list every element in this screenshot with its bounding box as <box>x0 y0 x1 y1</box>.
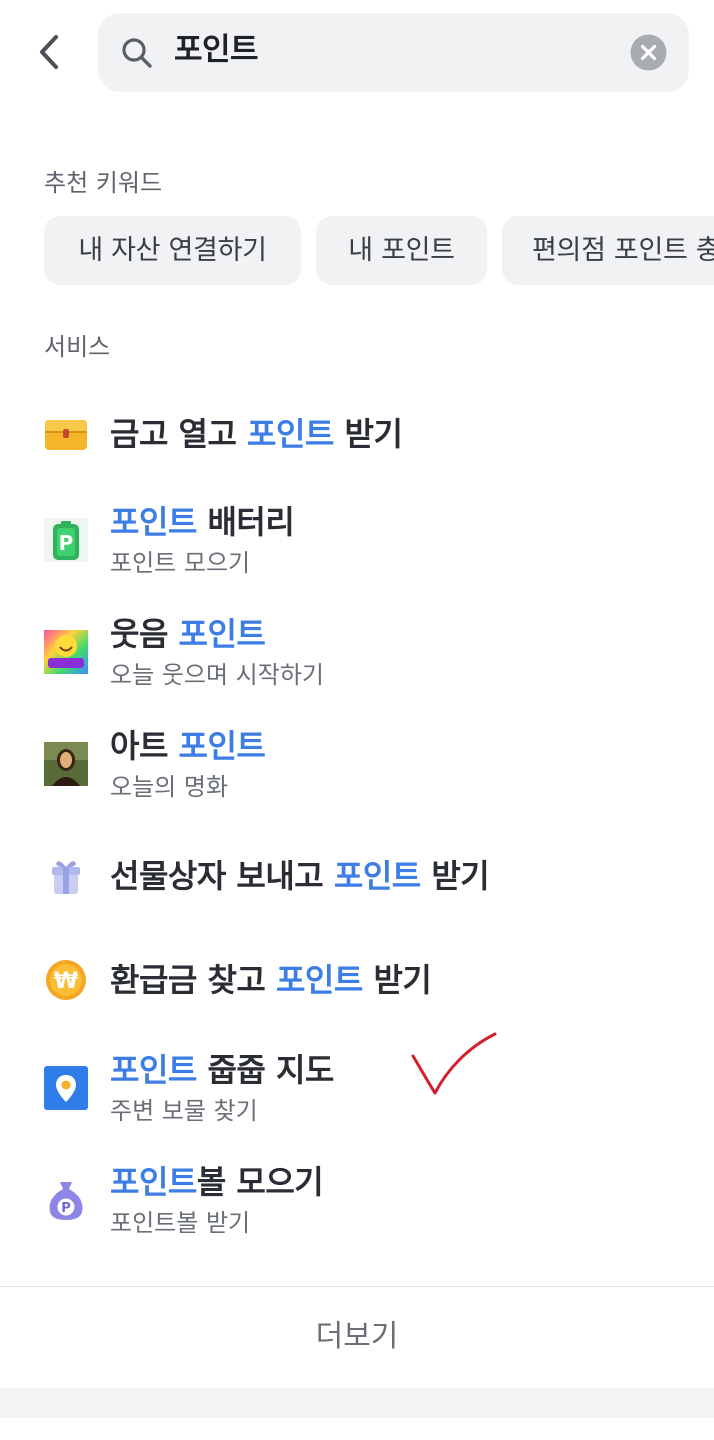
keyword-chip[interactable]: 내 포인트 <box>316 216 487 285</box>
back-button[interactable] <box>30 28 70 76</box>
chevron-left-icon <box>40 35 58 69</box>
service-subtitle: 주변 보물 찾기 <box>110 1097 258 1125</box>
service-title: 금고 열고 포인트 받기 <box>110 415 403 453</box>
recommended-keywords-label: 추천 키워드 <box>44 169 163 197</box>
service-title: 포인트 배터리 <box>110 503 295 541</box>
search-bar[interactable]: 포인트 <box>98 13 689 92</box>
service-item[interactable]: 포인트 줍줍 지도 주변 보물 찾기 <box>0 1044 714 1134</box>
service-item[interactable]: P 포인트 배터리 포인트 모으기 <box>0 496 714 586</box>
service-title: 포인트볼 모으기 <box>110 1163 324 1201</box>
service-item[interactable]: 선물상자 보내고 포인트 받기 <box>0 840 714 912</box>
art-painting-icon <box>44 742 88 786</box>
service-item[interactable]: 웃음 포인트 오늘 웃으며 시작하기 <box>0 608 714 698</box>
won-coin-icon: ₩ <box>46 960 86 1000</box>
more-button[interactable]: 더보기 <box>0 1288 714 1386</box>
services-label: 서비스 <box>44 333 111 361</box>
service-subtitle: 포인트 모으기 <box>110 549 251 577</box>
service-item[interactable]: 금고 열고 포인트 받기 <box>0 398 714 470</box>
search-icon <box>122 38 152 68</box>
svg-text:₩: ₩ <box>54 969 78 994</box>
divider <box>0 1286 714 1287</box>
clear-search-button[interactable] <box>630 34 667 71</box>
service-item[interactable]: 아트 포인트 오늘의 명화 <box>0 720 714 810</box>
money-bag-icon: P <box>49 1182 83 1220</box>
service-item[interactable]: ₩ 환급금 찾고 포인트 받기 <box>0 944 714 1016</box>
svg-text:P: P <box>59 531 74 555</box>
search-input[interactable]: 포인트 <box>174 30 259 70</box>
keyword-chip[interactable]: 내 자산 연결하기 <box>44 216 301 285</box>
check-mark-annotation <box>411 1032 497 1095</box>
service-title: 선물상자 보내고 포인트 받기 <box>110 857 490 895</box>
treasure-chest-icon <box>45 420 87 450</box>
service-title: 환급금 찾고 포인트 받기 <box>110 961 432 999</box>
gift-box-icon <box>52 861 80 894</box>
keyword-chip-list: 내 자산 연결하기 내 포인트 편의점 포인트 충 <box>0 216 714 285</box>
service-title: 아트 포인트 <box>110 727 266 765</box>
svg-text:P: P <box>61 1201 71 1216</box>
keyword-chip[interactable]: 편의점 포인트 충 <box>502 216 714 285</box>
service-title: 웃음 포인트 <box>110 615 266 653</box>
service-item[interactable]: P 포인트볼 모으기 포인트볼 받기 <box>0 1156 714 1246</box>
battery-icon: P <box>44 518 88 562</box>
bottom-section-separator <box>0 1388 714 1418</box>
service-subtitle: 오늘 웃으며 시작하기 <box>110 661 324 689</box>
map-pin-icon <box>44 1066 88 1110</box>
service-subtitle: 오늘의 명화 <box>110 773 229 801</box>
smile-point-icon <box>44 630 88 674</box>
service-subtitle: 포인트볼 받기 <box>110 1209 251 1237</box>
service-title: 포인트 줍줍 지도 <box>110 1051 334 1089</box>
